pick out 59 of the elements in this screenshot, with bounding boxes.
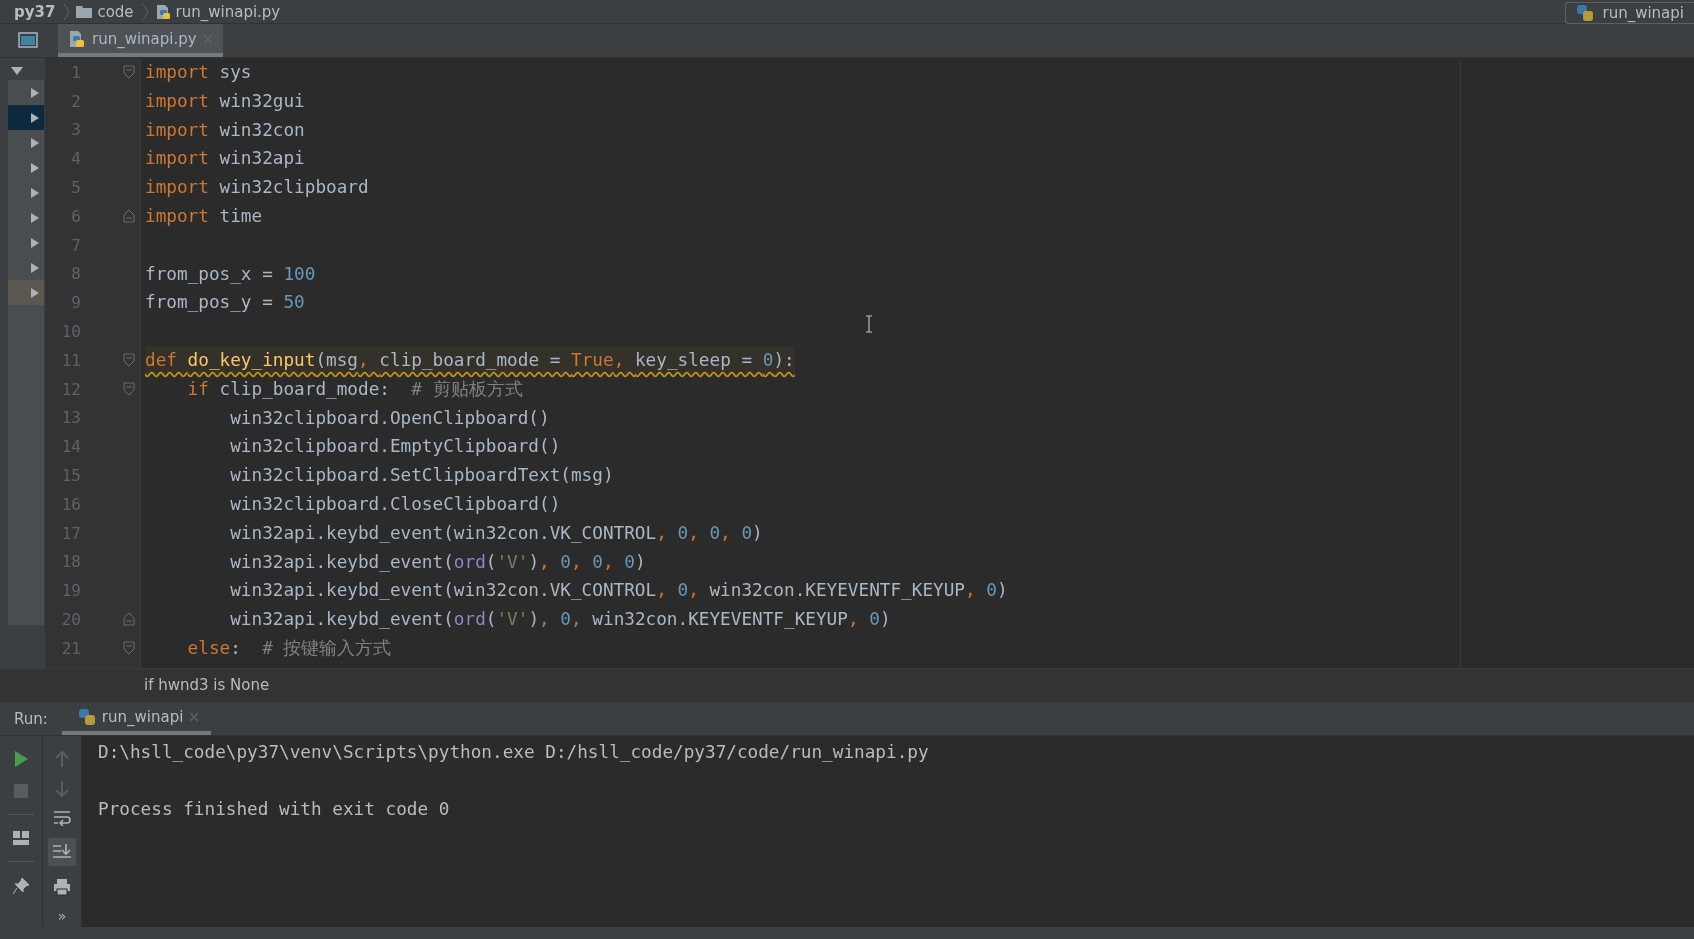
fold-marker-icon[interactable] — [123, 381, 135, 396]
code-line: if clip_board_mode: # 剪贴板方式 — [186, 377, 523, 401]
expand-arrow-icon[interactable] — [30, 111, 40, 124]
code-line: import win32api — [145, 147, 305, 171]
more-button[interactable]: » — [57, 908, 67, 924]
code-line: import win32clipboard — [145, 176, 369, 200]
code-line: from_pos_x = 100 — [145, 262, 316, 286]
code-line: win32clipboard.CloseClipboard() — [229, 492, 561, 516]
run-icon[interactable] — [13, 750, 29, 768]
expand-arrow-icon[interactable] — [30, 161, 40, 174]
code-line: import win32gui — [145, 89, 305, 113]
console-line: Process finished with exit code 0 — [98, 799, 450, 819]
expand-arrow-icon[interactable] — [30, 261, 40, 274]
python-icon — [77, 707, 96, 726]
code-line: win32api.keybd_event(ord('V'), 0, win32con.KEYEVENTF_KEYUP, 0) — [229, 608, 891, 632]
python-file-icon — [68, 29, 86, 48]
editor-tab[interactable]: run_winapi.py — [58, 24, 223, 57]
code-line: import time — [145, 205, 263, 228]
python-icon — [1576, 3, 1595, 22]
collapse-arrow-icon[interactable] — [10, 66, 24, 76]
chevron-icon — [63, 2, 71, 21]
breadcrumb-item[interactable]: py37 — [14, 2, 56, 21]
folder-icon — [76, 5, 93, 18]
soft-wrap-icon[interactable] — [53, 810, 71, 826]
expand-arrow-icon[interactable] — [30, 211, 40, 224]
code-line: win32api.keybd_event(win32con.VK_CONTROL, 0, 0, 0) — [229, 521, 763, 545]
fold-marker-icon[interactable] — [123, 640, 135, 655]
code-line: win32clipboard.EmptyClipboard() — [229, 435, 561, 459]
project-view-icon[interactable] — [18, 32, 38, 48]
code-line: win32api.keybd_event(win32con.VK_CONTROL, 0, win32con.KEYEVENTF_KEYUP, 0) — [229, 579, 1008, 603]
layout-icon[interactable] — [12, 830, 30, 846]
run-configuration-button[interactable]: run_winapi — [1565, 1, 1694, 24]
breadcrumb-item[interactable]: code — [97, 2, 134, 21]
code-line: else: # 按键输入方式 — [186, 636, 392, 660]
expand-arrow-icon[interactable] — [30, 186, 40, 199]
fold-marker-icon[interactable] — [123, 65, 135, 79]
code-line: import win32con — [145, 118, 305, 142]
fold-marker-icon[interactable] — [123, 209, 135, 223]
run-label: Run: — [14, 709, 48, 728]
code-line: win32api.keybd_event(ord('V'), 0, 0, 0) — [229, 550, 646, 574]
fold-marker-icon[interactable] — [123, 352, 135, 367]
code-line: import sys — [145, 61, 252, 84]
code-line: from_pos_y = 50 — [145, 291, 305, 315]
print-icon[interactable] — [53, 878, 71, 896]
expand-arrow-icon[interactable] — [30, 286, 40, 299]
code-breadcrumb[interactable]: if hwnd3 is None — [144, 676, 270, 694]
chevron-icon — [141, 2, 149, 21]
scroll-to-end-icon[interactable] — [48, 838, 76, 866]
code-line: win32clipboard.SetClipboardText(msg) — [229, 464, 614, 488]
fold-marker-icon[interactable] — [123, 612, 135, 627]
text-cursor-icon — [865, 315, 873, 333]
code-line: win32clipboard.OpenClipboard() — [229, 406, 550, 430]
console-line: D:\hsll_code\py37\venv\Scripts\python.exe D:/hsll_code/py37/code/run_winapi.py — [98, 742, 929, 762]
expand-arrow-icon[interactable] — [30, 236, 40, 249]
python-file-icon — [154, 3, 171, 20]
breadcrumb-item[interactable]: run_winapi.py — [175, 2, 281, 21]
expand-arrow-icon[interactable] — [30, 86, 40, 99]
expand-arrow-icon[interactable] — [30, 136, 40, 149]
pin-icon[interactable] — [12, 877, 30, 895]
